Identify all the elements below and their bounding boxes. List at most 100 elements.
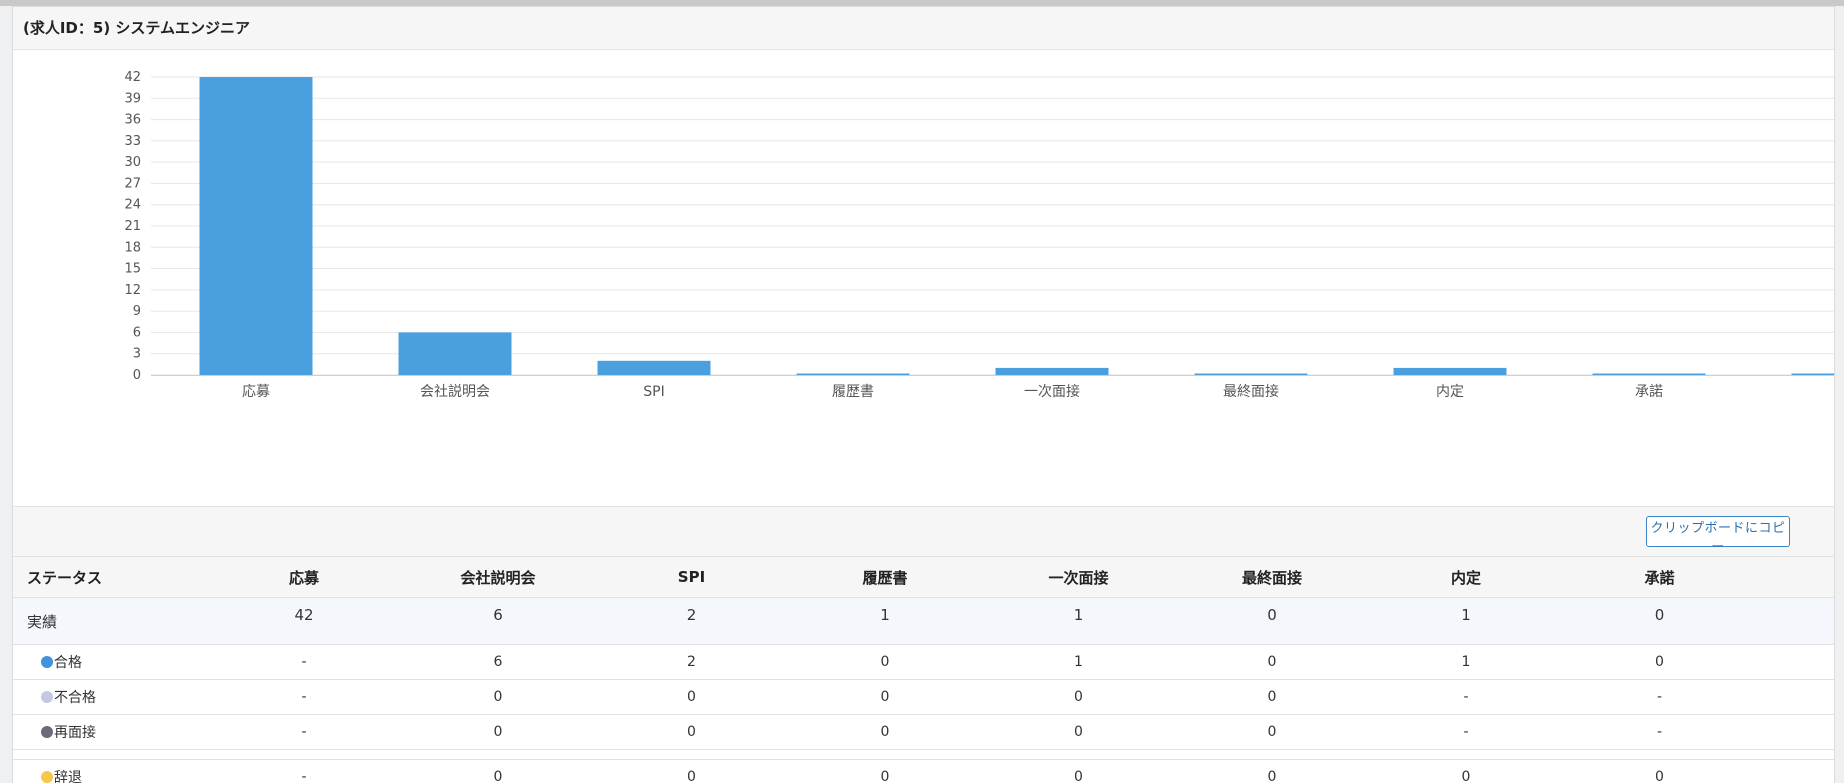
- withdraw-dot-icon: [41, 771, 53, 783]
- cell: 0: [401, 715, 595, 750]
- cell: 0: [788, 645, 982, 680]
- cell: -: [1369, 680, 1563, 715]
- status-table: ステータス 応募 会社説明会 SPI 履歴書 一次面接 最終面接 内定 承諾 実…: [13, 556, 1834, 783]
- cell: -: [1563, 715, 1756, 750]
- cell: 0: [1369, 760, 1563, 783]
- cell: 1: [982, 598, 1175, 645]
- header-naitei: 内定: [1369, 557, 1563, 598]
- header-spi: SPI: [595, 557, 788, 598]
- table-row-pass: 合格 - 6 2 0 1 0 1 0: [13, 645, 1834, 680]
- bar: [996, 368, 1109, 375]
- cell: 0: [1175, 760, 1369, 783]
- row-label-text: 不合格: [54, 690, 96, 706]
- cell: 0: [788, 760, 982, 783]
- y-tick-label: 18: [124, 240, 141, 255]
- row-label-text: 辞退: [54, 770, 82, 783]
- x-tick-label: 会社説明会: [420, 384, 490, 400]
- header-shodaku: 承諾: [1563, 557, 1756, 598]
- bar: [1593, 374, 1706, 376]
- bar: [1195, 374, 1308, 376]
- cell: 0: [595, 680, 788, 715]
- cell: 0: [595, 715, 788, 750]
- cell: 0: [401, 680, 595, 715]
- cell: -: [207, 715, 401, 750]
- bar: [598, 361, 711, 375]
- cell: 0: [1175, 598, 1369, 645]
- y-tick-label: 15: [124, 262, 141, 277]
- cell-spacer: [1756, 715, 1834, 750]
- cell: 0: [1563, 598, 1756, 645]
- table-row-actual: 実績 42 6 2 1 1 0 1 0: [13, 598, 1834, 645]
- cell: 0: [982, 715, 1175, 750]
- y-tick-label: 33: [124, 134, 141, 149]
- table-row-reinterview: 再面接 - 0 0 0 0 0 - -: [13, 715, 1834, 750]
- cell: 0: [1175, 645, 1369, 680]
- bar-chart: 03691215182124273033363942応募会社説明会SPI履歴書一…: [13, 50, 1834, 506]
- bar: [1394, 368, 1507, 375]
- cell: 6: [401, 598, 595, 645]
- cell-spacer: [1756, 645, 1834, 680]
- y-tick-label: 36: [124, 113, 141, 128]
- y-tick-label: 9: [133, 304, 141, 319]
- cell: 1: [1369, 598, 1563, 645]
- x-tick-label: SPI: [643, 384, 664, 400]
- row-label-reinterview: 再面接: [13, 715, 207, 750]
- table-row-fail: 不合格 - 0 0 0 0 0 - -: [13, 680, 1834, 715]
- row-label-withdraw: 辞退: [13, 760, 207, 783]
- row-label-pass: 合格: [13, 645, 207, 680]
- y-tick-label: 30: [124, 155, 141, 170]
- cell: 42: [207, 598, 401, 645]
- cell: 0: [982, 760, 1175, 783]
- cell: 2: [595, 645, 788, 680]
- bar: [399, 332, 512, 375]
- table-row-withdraw: 辞退 - 0 0 0 0 0 0 0: [13, 760, 1834, 783]
- panel-header: (求人ID：5) システムエンジニア: [13, 7, 1834, 50]
- row-label-fail: 不合格: [13, 680, 207, 715]
- cell: 0: [1175, 715, 1369, 750]
- y-tick-label: 6: [133, 325, 141, 340]
- cell: 0: [1175, 680, 1369, 715]
- cell: 0: [595, 760, 788, 783]
- cell: 1: [788, 598, 982, 645]
- table-row-separator: [13, 750, 1834, 760]
- copy-to-clipboard-button[interactable]: クリップボードにコピー: [1646, 516, 1790, 547]
- table-header-row: ステータス 応募 会社説明会 SPI 履歴書 一次面接 最終面接 内定 承諾: [13, 557, 1834, 598]
- y-tick-label: 21: [124, 219, 141, 234]
- header-rirekisho: 履歴書: [788, 557, 982, 598]
- cell: 0: [788, 680, 982, 715]
- y-tick-label: 12: [124, 283, 141, 298]
- cell: -: [1563, 680, 1756, 715]
- row-label-text: 合格: [54, 655, 82, 671]
- cell: 0: [401, 760, 595, 783]
- cell: 2: [595, 598, 788, 645]
- cell: -: [207, 760, 401, 783]
- header-ichiji-mensetsu: 一次面接: [982, 557, 1175, 598]
- bar-chart-svg: 03691215182124273033363942応募会社説明会SPI履歴書一…: [13, 50, 1834, 506]
- row-label-actual: 実績: [13, 598, 207, 645]
- cell: 0: [1563, 760, 1756, 783]
- header-setsumeikai: 会社説明会: [401, 557, 595, 598]
- cell: 0: [1563, 645, 1756, 680]
- y-tick-label: 39: [124, 91, 141, 106]
- cell: 0: [982, 680, 1175, 715]
- cell: 1: [982, 645, 1175, 680]
- header-oubo: 応募: [207, 557, 401, 598]
- y-tick-label: 27: [124, 176, 141, 191]
- x-tick-label: 内定: [1436, 384, 1464, 400]
- bar: [1792, 374, 1835, 376]
- y-tick-label: 24: [124, 198, 141, 213]
- cell-spacer: [1756, 598, 1834, 645]
- reinterview-dot-icon: [41, 726, 53, 738]
- bar: [200, 77, 313, 375]
- cell: 6: [401, 645, 595, 680]
- cell: -: [207, 680, 401, 715]
- panel-title: (求人ID：5) システムエンジニア: [23, 17, 250, 38]
- fail-dot-icon: [41, 691, 53, 703]
- header-saishu-mensetsu: 最終面接: [1175, 557, 1369, 598]
- cell-spacer: [1756, 680, 1834, 715]
- cell: -: [207, 645, 401, 680]
- x-tick-label: 一次面接: [1024, 383, 1080, 400]
- y-tick-label: 3: [133, 347, 141, 362]
- separator-cell: [13, 750, 1834, 760]
- x-tick-label: 応募: [242, 384, 270, 400]
